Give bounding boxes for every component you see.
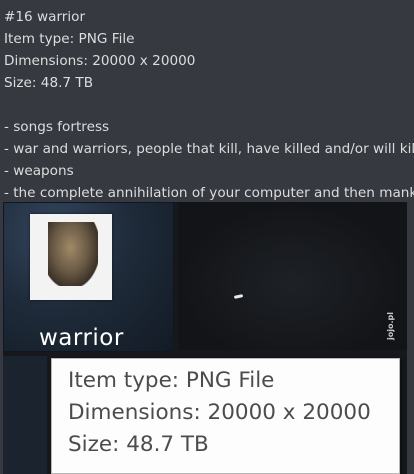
message-dimensions: Dimensions: 20000 x 20000 [4,53,196,69]
message-title: #16 warrior [4,9,86,25]
message-bullet-weapons: - weapons [4,163,74,179]
message-size: Size: 48.7 TB [4,75,94,91]
bottom-left-panel [3,356,47,474]
tooltip-item-type: Item type: PNG File [68,368,275,393]
file-info-tooltip: Item type: PNG File Dimensions: 20000 x … [51,358,400,474]
tooltip-dimensions: Dimensions: 20000 x 20000 [68,400,371,425]
watermark-text: jojo.pl [386,312,395,340]
message-item-type: Item type: PNG File [4,31,135,47]
selection-frame [3,202,174,352]
message-bullet-war: - war and warriors, people that kill, ha… [4,141,414,157]
file-thumbnail[interactable]: warrior [3,202,174,352]
image-attachment[interactable]: warrior jojo.pl Item type: PNG File Dime… [3,202,407,474]
message-bullet-songs: - songs fortress [4,119,110,135]
dark-image-panel [178,202,407,350]
chat-message: #16 warrior Item type: PNG File Dimensio… [0,0,414,204]
tooltip-size: Size: 48.7 TB [68,432,209,457]
message-bullet-annihilation: - the complete annihilation of your comp… [4,185,414,201]
